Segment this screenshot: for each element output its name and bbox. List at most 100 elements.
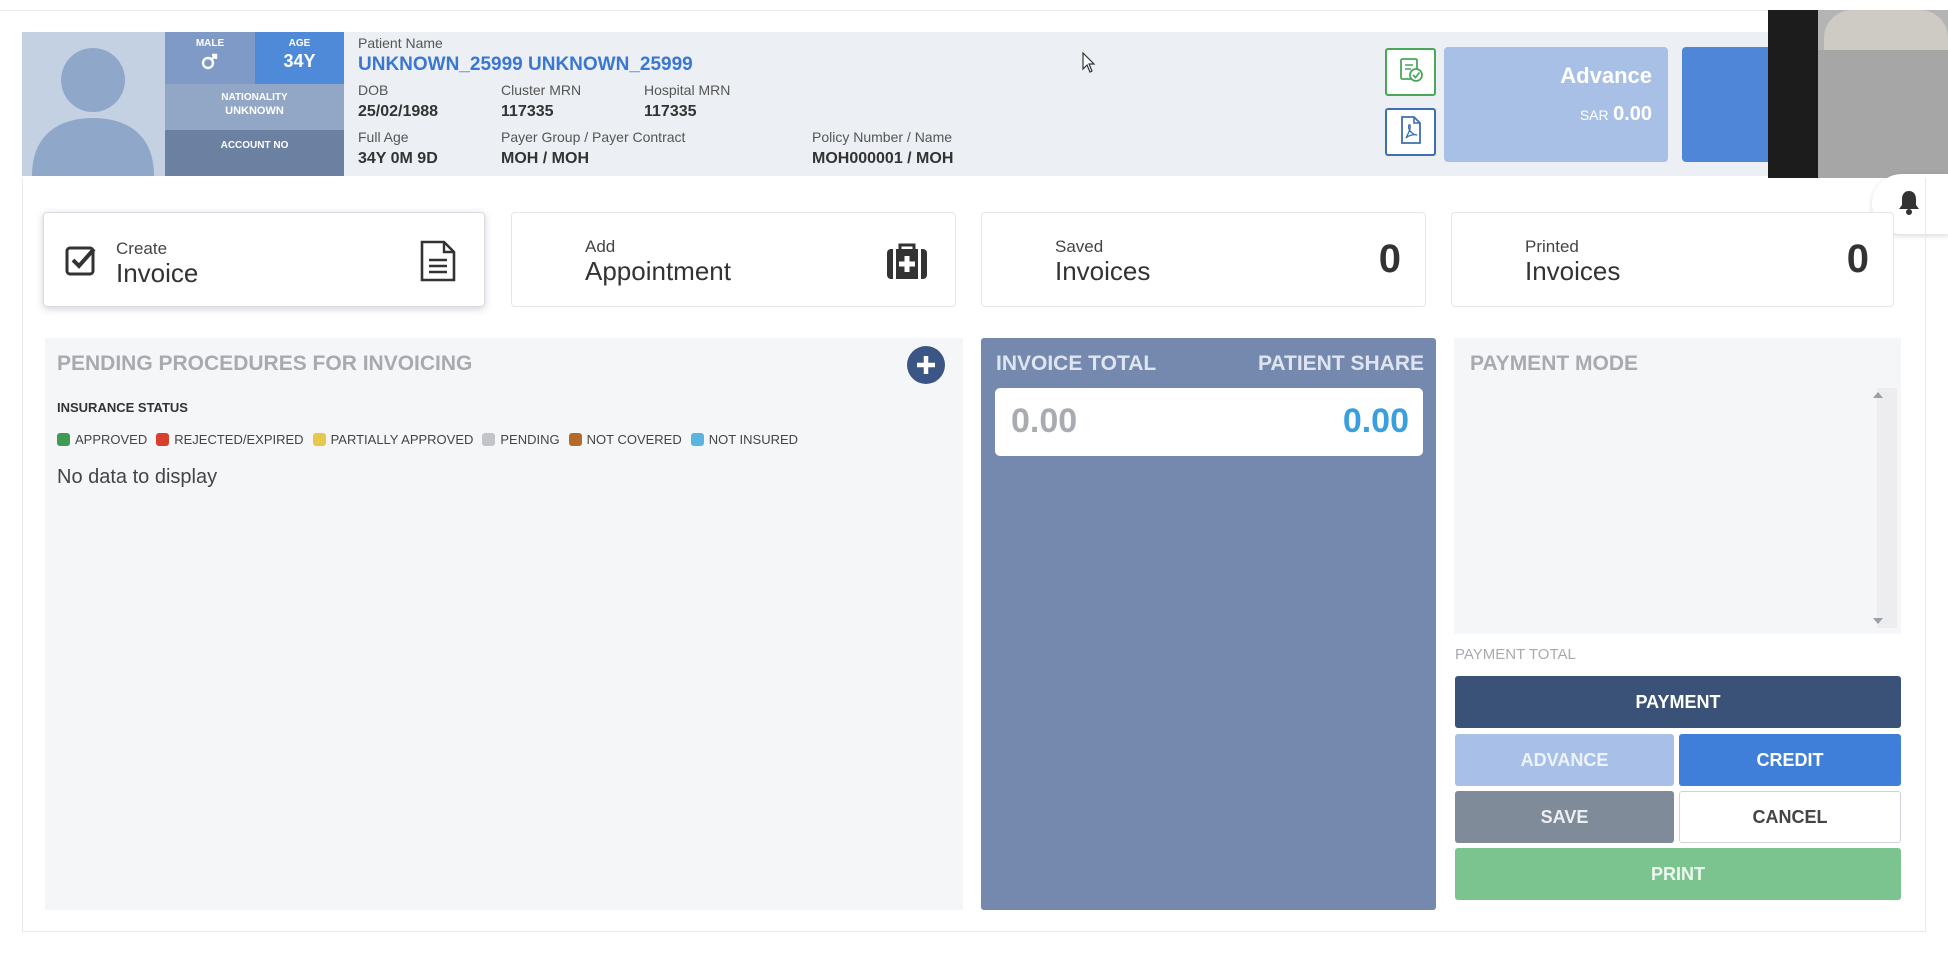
printed-invoices-card[interactable]: Printed Invoices 0 (1451, 212, 1894, 307)
save-button[interactable]: SAVE (1455, 791, 1674, 843)
patient-info: Patient Name UNKNOWN_25999 UNKNOWN_25999… (358, 32, 1258, 176)
legend-item: PENDING (482, 431, 560, 447)
nationality-value: UNKNOWN (225, 105, 284, 117)
account-no-label: ACCOUNT NO (165, 130, 344, 176)
patient-name-label: Patient Name (358, 35, 443, 51)
add-procedure-button[interactable] (907, 346, 945, 384)
advance-currency: SAR (1579, 107, 1609, 123)
age-block: AGE 34Y (255, 32, 344, 84)
legend-label: PARTIALLY APPROVED (330, 431, 474, 447)
approval-checklist-button[interactable] (1385, 48, 1436, 96)
add-appointment-card[interactable]: Add Appointment (511, 212, 956, 307)
pdf-icon (1397, 114, 1425, 151)
pdf-button[interactable] (1385, 108, 1436, 156)
insurance-status-label: INSURANCE STATUS (57, 400, 188, 415)
saved-invoices-count: 0 (1378, 237, 1401, 281)
webcam-shade (1818, 50, 1948, 178)
partially-approved-swatch (312, 432, 326, 446)
patient-share-value: 0.00 (1342, 402, 1409, 440)
advance-amount-line: SAR 0.00 (1444, 103, 1652, 126)
scroll-down-icon[interactable] (1873, 618, 1883, 624)
top-divider (0, 10, 1948, 11)
invoice-total-label: INVOICE TOTAL (996, 352, 1157, 375)
not-covered-swatch (568, 432, 582, 446)
payer-label: Payer Group / Payer Contract (501, 129, 686, 145)
saved-invoices-card[interactable]: Saved Invoices 0 (981, 212, 1426, 307)
dob-value: 25/02/1988 (358, 103, 439, 120)
age-value: 34Y (283, 51, 316, 71)
payment-total-label: PAYMENT TOTAL (1455, 646, 1576, 663)
legend-item: NOT INSURED (690, 431, 799, 447)
legend-label: APPROVED (75, 431, 148, 447)
not-insured-swatch (690, 432, 704, 446)
invoice-total-value: 0.00 (1011, 402, 1078, 440)
saved-card-small: Saved (1055, 237, 1104, 256)
full-age-value: 34Y 0M 9D (358, 150, 438, 167)
webcam-overlay (1818, 10, 1948, 178)
payment-mode-panel: PAYMENT MODE (1454, 338, 1901, 634)
hospital-mrn-label: Hospital MRN (644, 82, 731, 98)
payer-value: MOH / MOH (501, 150, 589, 167)
checkbox-checked-icon (64, 243, 98, 282)
create-invoice-card[interactable]: Create Invoice (43, 212, 485, 307)
payment-button[interactable]: PAYMENT (1455, 676, 1901, 728)
create-card-big: Invoice (116, 258, 199, 288)
legend-item: REJECTED/EXPIRED (156, 432, 304, 447)
print-button[interactable]: PRINT (1455, 848, 1901, 900)
webcam-blob (1824, 10, 1948, 50)
rejected-swatch (156, 432, 170, 446)
nationality-label: NATIONALITY (221, 92, 288, 103)
medical-kit-icon (885, 241, 929, 286)
age-label: AGE (288, 38, 311, 49)
saved-card-big: Invoices (1055, 256, 1151, 286)
cluster-mrn-label: Cluster MRN (501, 82, 582, 98)
payment-mode-label: PAYMENT MODE (1470, 352, 1639, 375)
cluster-mrn-value: 117335 (501, 103, 554, 120)
document-icon (419, 239, 457, 288)
legend-label: NOT COVERED (586, 431, 682, 447)
advance-title: Advance (1560, 63, 1652, 88)
printed-card-big: Invoices (1525, 256, 1621, 286)
patient-name[interactable]: UNKNOWN_25999 UNKNOWN_25999 (358, 54, 693, 76)
legend-item: NOT COVERED (568, 431, 682, 447)
payment-mode-scrollbar[interactable] (1877, 388, 1897, 628)
advance-button[interactable]: ADVANCE (1455, 734, 1674, 786)
billing-screen: MALE AGE 34Y NATIONALITY UNKNOWN ACCOUNT… (0, 0, 1948, 954)
invoice-amounts-box: 0.00 0.00 (995, 388, 1423, 456)
pending-procedures-panel: PENDING PROCEDURES FOR INVOICING INSURAN… (45, 338, 963, 910)
checklist-icon (1396, 55, 1426, 90)
hospital-mrn-value: 117335 (644, 103, 697, 120)
create-card-small: Create (116, 239, 168, 258)
printed-invoices-count: 0 (1846, 237, 1869, 281)
male-icon (165, 51, 255, 76)
pending-swatch (482, 432, 496, 446)
patient-demographics: MALE AGE 34Y NATIONALITY UNKNOWN ACCOUNT… (165, 32, 344, 176)
legend-label: NOT INSURED (708, 431, 799, 447)
policy-label: Policy Number / Name (812, 129, 953, 145)
mouse-cursor-icon (1082, 51, 1096, 79)
scroll-up-icon[interactable] (1873, 392, 1883, 398)
gender-label: MALE (195, 38, 225, 49)
patient-header: MALE AGE 34Y NATIONALITY UNKNOWN ACCOUNT… (22, 32, 1932, 176)
gender-block: MALE (165, 32, 255, 84)
full-age-label: Full Age (358, 129, 409, 145)
empty-state-message: No data to display (57, 466, 218, 488)
user-silhouette-icon (22, 32, 165, 176)
video-overlay-bar (1768, 10, 1818, 178)
legend-item: PARTIALLY APPROVED (312, 431, 474, 447)
patient-share-label: PATIENT SHARE (1257, 352, 1424, 375)
nationality-block: NATIONALITY UNKNOWN (165, 84, 344, 130)
pending-title: PENDING PROCEDURES FOR INVOICING (57, 352, 473, 375)
dob-label: DOB (358, 82, 389, 98)
advance-balance: Advance SAR 0.00 (1444, 47, 1668, 162)
legend-label: PENDING (500, 431, 560, 447)
printed-card-small: Printed (1525, 237, 1579, 256)
legend-item: APPROVED (57, 432, 147, 447)
policy-value: MOH000001 / MOH (812, 150, 954, 167)
credit-button[interactable]: CREDIT (1679, 734, 1901, 786)
cancel-button[interactable]: CANCEL (1679, 791, 1901, 843)
appointment-card-big: Appointment (585, 256, 731, 286)
plus-icon (907, 356, 945, 388)
insurance-legend: APPROVED REJECTED/EXPIRED PARTIALLY APPR… (57, 431, 807, 447)
invoice-total-panel: INVOICE TOTAL PATIENT SHARE 0.00 0.00 (981, 338, 1436, 910)
